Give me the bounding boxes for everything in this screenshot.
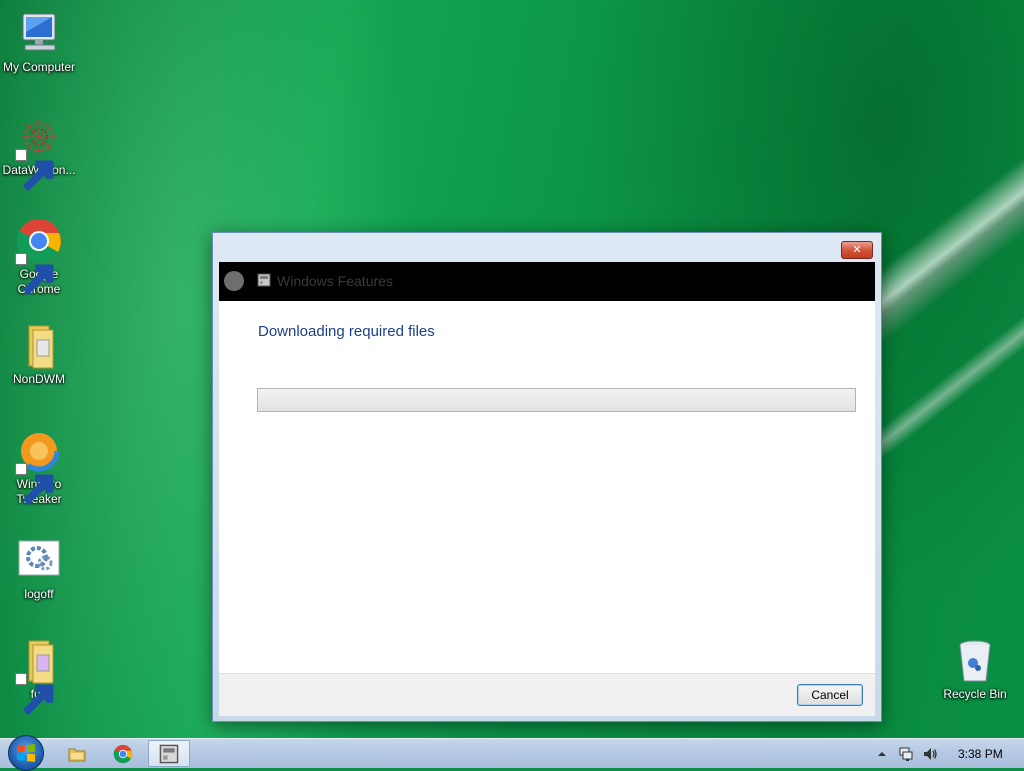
taskbar-clock[interactable]: 3:38 PM (958, 747, 1003, 761)
windows-features-dialog: ✕ Windows Features Downloading required … (212, 232, 882, 722)
windows-features-icon (257, 273, 271, 287)
desktop-icon-label: My Computer (2, 60, 76, 74)
folder-icon (15, 322, 63, 370)
desktop-icon-label: NonDWM (12, 372, 65, 386)
computer-icon (15, 10, 63, 58)
back-arrow-icon[interactable] (224, 271, 244, 291)
winaero-tweaker-icon (15, 427, 63, 506)
desktop-icon-nondwm[interactable]: NonDWM (1, 322, 77, 387)
explorer-icon (68, 748, 86, 761)
dialog-content: Downloading required files (219, 301, 875, 673)
desktop-icon-google-chrome[interactable]: Google Chrome (1, 217, 77, 297)
show-hidden-icons-icon[interactable] (874, 746, 890, 762)
shortcut-arrow-icon (15, 673, 54, 716)
datawagon-icon (15, 113, 63, 192)
windows-logo-icon (17, 744, 35, 762)
taskbar-explorer[interactable] (56, 740, 98, 767)
network-icon[interactable] (898, 746, 914, 762)
desktop-icon-logoff[interactable]: logoff (1, 537, 77, 602)
chrome-icon (113, 744, 133, 763)
cancel-button[interactable]: Cancel (797, 684, 863, 706)
shortcut-arrow-icon (15, 149, 54, 192)
chrome-icon (15, 217, 63, 296)
taskbar: 3:38 PM (0, 735, 1024, 771)
volume-icon[interactable] (922, 746, 938, 762)
logoff-icon (15, 537, 63, 585)
windows-features-icon (159, 744, 179, 763)
desktop-icon-label: logoff (24, 587, 54, 601)
recycle-bin-icon (951, 637, 999, 685)
shortcut-arrow-icon (15, 463, 54, 506)
progress-bar (257, 388, 856, 412)
folder-icon (15, 637, 63, 716)
desktop-icon-recycle-bin[interactable]: Recycle Bin (937, 637, 1013, 702)
desktop-icon-winaero-tweaker[interactable]: Winaero Tweaker (1, 427, 77, 507)
taskbar-windows-features[interactable] (148, 740, 190, 767)
desktop-icon-my-computer[interactable]: My Computer (1, 10, 77, 75)
start-button[interactable] (8, 735, 44, 771)
dialog-header: Windows Features (219, 262, 875, 301)
status-heading: Downloading required files (258, 323, 435, 340)
taskbar-chrome[interactable] (102, 740, 144, 767)
desktop-icon-datawagon[interactable]: DataWagon... (1, 113, 77, 192)
dialog-footer: Cancel (219, 673, 875, 716)
close-button[interactable]: ✕ (841, 241, 873, 259)
desktop-icon-label: Recycle Bin (943, 687, 1007, 701)
desktop-icon-fun[interactable]: fun (1, 637, 77, 716)
window-title: Windows Features (277, 273, 393, 289)
shortcut-arrow-icon (15, 253, 54, 296)
